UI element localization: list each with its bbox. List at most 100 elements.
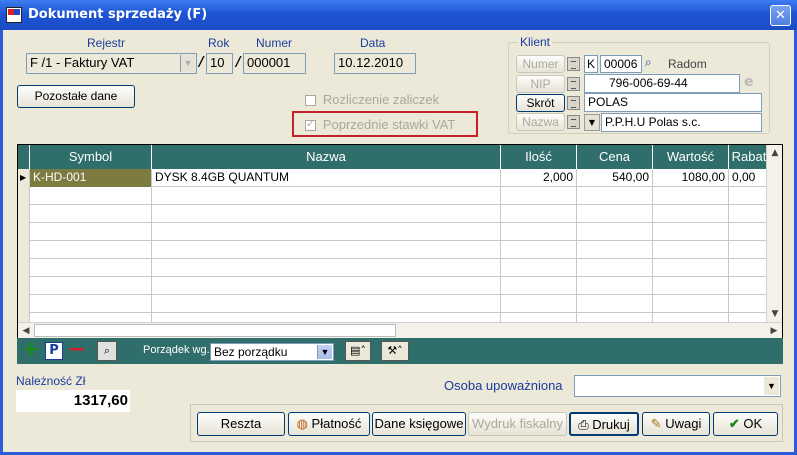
nip-field[interactable]: 796-006-69-44: [584, 74, 740, 93]
empty-cell[interactable]: [152, 223, 501, 241]
empty-cell[interactable]: [729, 223, 769, 241]
p-button[interactable]: P: [45, 342, 63, 360]
scroll-thumb[interactable]: [34, 324, 396, 337]
checkbox-box[interactable]: [305, 95, 316, 106]
empty-cell[interactable]: [729, 205, 769, 223]
empty-cell[interactable]: [729, 277, 769, 295]
list-icon[interactable]: [567, 96, 580, 110]
column-ilosc[interactable]: Ilość: [501, 145, 577, 169]
table-row[interactable]: ▶ K-HD-001 DYSK 8.4GB QUANTUM 2,000 540,…: [18, 169, 768, 187]
column-wartosc[interactable]: Wartość: [653, 145, 729, 169]
empty-cell[interactable]: [577, 277, 653, 295]
scroll-down-icon[interactable]: ▼: [767, 306, 782, 322]
cell-symbol[interactable]: K-HD-001: [30, 169, 152, 187]
empty-cell[interactable]: [30, 259, 152, 277]
empty-cell[interactable]: [152, 241, 501, 259]
empty-table-row[interactable]: [18, 187, 769, 205]
empty-cell[interactable]: [577, 295, 653, 313]
empty-cell[interactable]: [653, 223, 729, 241]
empty-cell[interactable]: [152, 259, 501, 277]
numer-klienta-field[interactable]: 00006: [600, 55, 642, 73]
empty-cell[interactable]: [577, 187, 653, 205]
list-icon[interactable]: [567, 77, 580, 91]
title-bar[interactable]: Dokument sprzedaży (F) ✕: [0, 0, 797, 30]
empty-cell[interactable]: [30, 241, 152, 259]
empty-cell[interactable]: [729, 295, 769, 313]
ok-button[interactable]: ✔ OK: [713, 412, 778, 436]
cell-rabat[interactable]: 0,00: [729, 169, 769, 187]
empty-cell[interactable]: [501, 241, 577, 259]
remove-icon[interactable]: −: [67, 339, 87, 361]
empty-cell[interactable]: [30, 277, 152, 295]
horizontal-scrollbar[interactable]: ◀ ▶: [18, 322, 782, 338]
empty-cell[interactable]: [653, 259, 729, 277]
empty-cell[interactable]: [501, 223, 577, 241]
empty-table-row[interactable]: [18, 277, 769, 295]
chevron-down-icon[interactable]: ▼: [584, 114, 600, 131]
osoba-upowazniona-select[interactable]: ▼: [574, 375, 781, 397]
chevron-down-icon[interactable]: ▼: [180, 55, 195, 72]
close-button[interactable]: ✕: [770, 5, 791, 26]
empty-cell[interactable]: [729, 259, 769, 277]
column-rabat[interactable]: Rabat: [729, 145, 769, 169]
uwagi-button[interactable]: ✎ Uwagi: [642, 412, 710, 436]
empty-cell[interactable]: [653, 187, 729, 205]
skrot-field[interactable]: POLAS: [584, 93, 762, 112]
column-nazwa[interactable]: Nazwa: [152, 145, 501, 169]
rok-field[interactable]: 10: [206, 53, 233, 74]
reszta-button[interactable]: Reszta: [197, 412, 285, 436]
cell-cena[interactable]: 540,00: [577, 169, 653, 187]
cell-wartosc[interactable]: 1080,00: [653, 169, 729, 187]
empty-cell[interactable]: [30, 295, 152, 313]
empty-cell[interactable]: [152, 187, 501, 205]
empty-cell[interactable]: [653, 277, 729, 295]
cell-ilosc[interactable]: 2,000: [501, 169, 577, 187]
empty-cell[interactable]: [729, 241, 769, 259]
internet-explorer-icon[interactable]: e: [744, 74, 760, 91]
order-select[interactable]: Bez porządku ▼: [210, 343, 334, 361]
rejestr-select[interactable]: F /1 - Faktury VAT ▼: [26, 53, 197, 74]
items-grid[interactable]: Symbol Nazwa Ilość Cena Wartość Rabat ▶ …: [17, 144, 783, 364]
pozostale-dane-button[interactable]: Pozostałe dane: [17, 85, 135, 108]
scroll-right-icon[interactable]: ▶: [766, 323, 782, 339]
empty-cell[interactable]: [501, 205, 577, 223]
binoculars-icon[interactable]: ⌕: [645, 55, 652, 70]
empty-cell[interactable]: [729, 187, 769, 205]
empty-cell[interactable]: [30, 187, 152, 205]
nip-button[interactable]: NIP: [516, 75, 565, 93]
drukuj-button[interactable]: ⎙ Drukuj: [569, 412, 639, 436]
wydruk-fiskalny-button[interactable]: Wydruk fiskalny: [468, 412, 567, 436]
platnosc-button[interactable]: ◍ Płatność: [288, 412, 370, 436]
rozliczenie-zaliczek-checkbox[interactable]: Rozliczenie zaliczek: [305, 92, 439, 107]
empty-cell[interactable]: [152, 295, 501, 313]
empty-cell[interactable]: [501, 277, 577, 295]
add-icon[interactable]: +: [21, 339, 41, 361]
empty-cell[interactable]: [577, 205, 653, 223]
empty-cell[interactable]: [152, 277, 501, 295]
empty-cell[interactable]: [577, 259, 653, 277]
nazwa-field[interactable]: P.P.H.U Polas s.c.: [601, 113, 762, 132]
skrot-button[interactable]: Skrót: [516, 94, 565, 112]
empty-cell[interactable]: [577, 223, 653, 241]
empty-cell[interactable]: [501, 295, 577, 313]
empty-table-row[interactable]: [18, 223, 769, 241]
data-field[interactable]: 10.12.2010: [334, 53, 416, 74]
empty-table-row[interactable]: [18, 205, 769, 223]
cell-nazwa[interactable]: DYSK 8.4GB QUANTUM: [152, 169, 501, 187]
list-icon[interactable]: [567, 115, 580, 129]
poprzednie-stawki-vat-checkbox[interactable]: Poprzednie stawki VAT: [305, 117, 455, 132]
numer-field[interactable]: 000001: [243, 53, 306, 74]
search-icon[interactable]: ⌕: [97, 341, 117, 361]
empty-cell[interactable]: [577, 241, 653, 259]
notes-icon[interactable]: ▤˄: [345, 341, 371, 361]
list-icon[interactable]: [567, 57, 580, 71]
scroll-up-icon[interactable]: ▲: [767, 145, 782, 161]
nazwa-button[interactable]: Nazwa: [516, 113, 565, 131]
empty-cell[interactable]: [501, 259, 577, 277]
checkbox-box[interactable]: [305, 117, 316, 131]
empty-cell[interactable]: [152, 205, 501, 223]
empty-table-row[interactable]: [18, 241, 769, 259]
empty-cell[interactable]: [501, 187, 577, 205]
empty-table-row[interactable]: [18, 295, 769, 313]
empty-cell[interactable]: [653, 241, 729, 259]
